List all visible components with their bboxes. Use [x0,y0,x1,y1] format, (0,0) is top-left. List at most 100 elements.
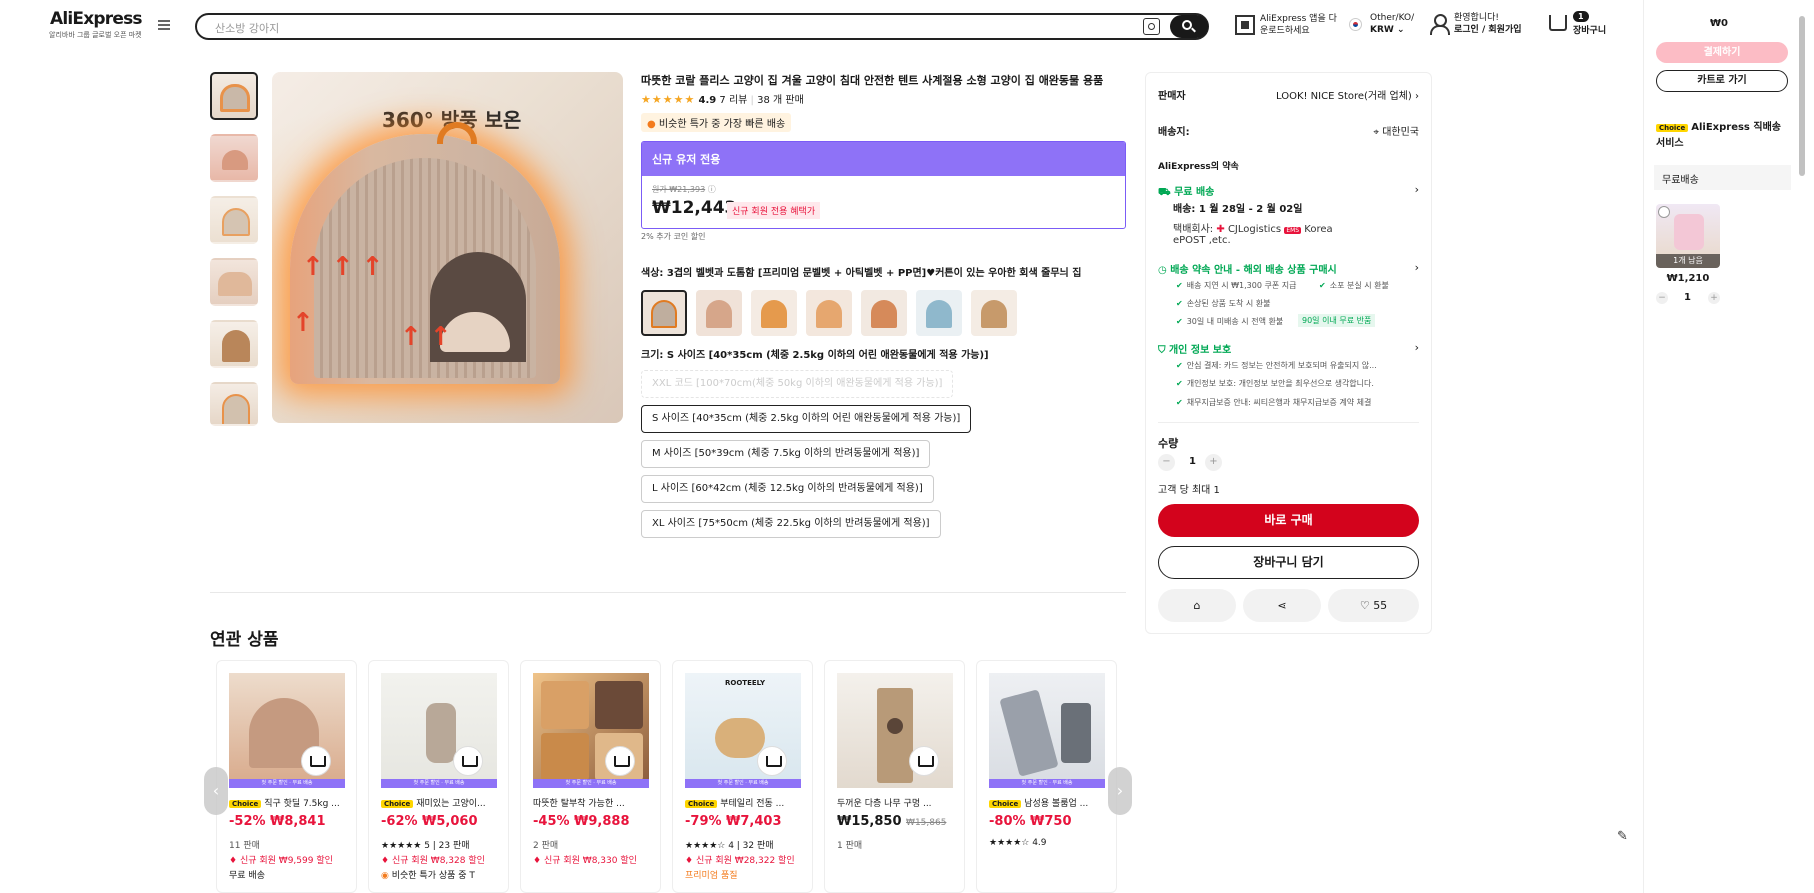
free-shipping-row[interactable]: ⛟ 무료 배송 [1158,183,1214,200]
add-cart-icon[interactable] [605,746,635,776]
chevron-down-icon: ⌄ [1396,25,1405,35]
cart-label[interactable]: 장바구니 [1573,25,1606,37]
related-price: -79% ₩7,403 [685,814,782,829]
related-card[interactable]: 첫 주문 할인 · 무료 배송 Choice 남성용 볼룸업 ... -80% ₩… [976,660,1117,893]
cart-item-image[interactable]: 1개 남음 [1656,204,1720,268]
related-card[interactable]: 두꺼운 다층 나무 구멍 ... ₩15,850 ₩15,865 1 판매 [824,660,965,893]
color-swatch-4[interactable] [806,290,852,336]
related-card[interactable]: 첫 주문 할인 · 무료 배송 Choice 직구 핫딜 7.5kg ... -5… [216,660,357,893]
review-count[interactable]: 7 리뷰 [719,95,747,106]
stock-left: 1개 남음 [1656,254,1720,268]
thumbnail-5[interactable] [210,320,258,368]
add-to-cart-button[interactable]: 장바구니 담기 [1158,546,1419,579]
edit-icon[interactable]: ✎ [1617,829,1628,844]
seller-link[interactable]: LOOK! NICE Store(거래 업체) › [1276,87,1419,102]
login-link[interactable]: 로그인 / 회원가입 [1454,24,1522,36]
delivery-date: 배송: 1 월 28일 - 2 월 02일 [1173,204,1303,215]
go-to-cart-button[interactable]: 카트로 가기 [1656,70,1788,92]
main-product-image[interactable]: 360° 방풍 보온 ↑↑↑ ↑ ↑↑ [272,72,623,423]
add-cart-icon[interactable] [301,746,331,776]
quantity-value[interactable]: 1 [1189,456,1196,467]
related-rating: ★★★★☆ 4.9 [989,838,1047,848]
share-button[interactable]: ⋖ [1243,589,1321,622]
choice-badge: Choice [1656,124,1689,132]
cart-item-minus[interactable]: − [1656,292,1668,304]
image-search-icon[interactable] [1143,18,1160,35]
rating-row[interactable]: ★★★★★ 4.9 7 리뷰 | 38 개 판매 [641,91,804,106]
color-swatch-2[interactable] [696,290,742,336]
menu-icon[interactable] [158,20,170,30]
checkout-button[interactable]: 결제하기 [1656,42,1788,63]
cart-icon[interactable] [1549,15,1567,31]
promise-guide-row[interactable]: ◷ 배송 약속 안내 - 해외 배송 상품 구매시 [1158,261,1337,276]
related-name: 두꺼운 다층 나무 구멍 ... [837,799,932,809]
chevron-right-icon: › [1415,91,1419,102]
related-image: ROOTEELY 첫 주문 할인 · 무료 배송 [685,673,801,788]
carousel-next-button[interactable]: › [1108,767,1132,815]
add-cart-icon[interactable] [757,746,787,776]
add-cart-icon[interactable] [909,746,939,776]
color-swatch-1[interactable] [641,290,687,336]
account-menu[interactable]: 환영합니다! 로그인 / 회원가입 [1454,12,1522,36]
size-option-xl[interactable]: XL 사이즈 [75*50cm (체중 22.5kg 이하의 반려동물에게 적용… [641,510,941,538]
related-discount: ♦ 신규 회원 ₩8,330 할인 [533,856,637,866]
quantity-plus-button[interactable]: + [1205,454,1222,471]
region-selector[interactable]: Other/KO/ KRW ⌄ [1370,12,1414,36]
region-line1: Other/KO/ [1370,13,1415,23]
privacy-row[interactable]: ⛉ 개인 정보 보호 [1158,341,1231,356]
app-download[interactable]: AliExpress 앱을 다 운로드하세요 [1260,13,1337,37]
free-shipping-label: 무료배송 [1654,165,1791,190]
service-info: Choice AliExpress 직배송 서비스 [1656,120,1791,152]
related-price: -45% ₩9,888 [533,814,630,829]
related-name: Choice 직구 핫딜 7.5kg ... [229,796,349,809]
qr-code-icon[interactable] [1235,15,1255,35]
carousel-prev-button[interactable]: ‹ [204,767,228,815]
chevron-right-icon[interactable]: › [1415,183,1419,196]
aliexpress-logo[interactable]: AliExpress [50,9,143,29]
color-swatch-6[interactable] [916,290,962,336]
related-price: -52% ₩8,841 [229,814,326,829]
wishlist-button[interactable]: ♡ 55 [1328,589,1419,622]
thumbnail-2[interactable] [210,134,258,182]
cart-item-checkbox[interactable] [1658,206,1670,218]
thumbnail-3[interactable] [210,196,258,244]
ship-to-selector[interactable]: ⌖ 대한민국 [1373,123,1419,138]
related-card[interactable]: ROOTEELY 첫 주문 할인 · 무료 배송 Choice 부테일리 전동 ..… [672,660,813,893]
user-icon[interactable] [1429,14,1450,35]
cart-item-qty[interactable]: 1 [1684,292,1691,303]
app-download-line1: AliExpress 앱을 다 [1260,14,1337,24]
color-swatch-5[interactable] [861,290,907,336]
search-button[interactable] [1170,15,1208,38]
chevron-right-icon[interactable]: › [1415,341,1419,354]
scrollbar[interactable] [1799,16,1805,176]
related-shipping: 무료 배송 [229,871,265,881]
quantity-minus-button[interactable]: − [1158,454,1175,471]
related-name: Choice 재미있는 고양이... [381,796,501,809]
thumbnail-6[interactable] [210,382,258,426]
color-swatch-7[interactable] [971,290,1017,336]
color-swatch-3[interactable] [751,290,797,336]
chevron-right-icon[interactable]: › [1415,261,1419,274]
logo-subtitle: 알리바바 그룹 글로벌 오픈 마켓 [49,31,142,39]
size-option-m[interactable]: M 사이즈 [50*39cm (체중 7.5kg 이하의 반려동물에게 적용)] [641,440,931,468]
cart-item-plus[interactable]: + [1708,292,1720,304]
info-icon[interactable]: ⓘ [708,185,716,194]
size-option-s[interactable]: S 사이즈 [40*35cm (체중 2.5kg 이하의 어린 애완동물에게 적… [641,405,972,433]
size-option-l[interactable]: L 사이즈 [60*42cm (체중 12.5kg 이하의 반려동물에게 적용)… [641,475,934,503]
color-swatches [641,290,1026,336]
search-input[interactable]: 산소방 강아지 [215,20,279,36]
promo-header: 신규 유저 전용 [642,142,1125,176]
buy-now-button[interactable]: 바로 구매 [1158,504,1419,537]
clock-icon: ◷ [1158,265,1167,276]
add-cart-icon[interactable] [453,746,483,776]
thumbnail-4[interactable] [210,258,258,306]
related-price: ₩15,850 ₩15,865 [837,814,947,829]
quantity-label: 수량 [1158,437,1179,450]
size-label: 크기: S 사이즈 [40*35cm (체중 2.5kg 이하의 어린 애완동물… [641,350,989,361]
search-bar[interactable]: 산소방 강아지 [195,13,1209,40]
store-button[interactable]: ⌂ [1158,589,1236,622]
korea-flag-icon [1349,18,1362,31]
related-card[interactable]: 첫 주문 할인 · 무료 배송 Choice 재미있는 고양이... -62% ₩… [368,660,509,893]
related-card[interactable]: 첫 주문 할인 · 무료 배송 따뜻한 탈부착 가능한 ... -45% ₩9,… [520,660,661,893]
thumbnail-1[interactable] [210,72,258,120]
